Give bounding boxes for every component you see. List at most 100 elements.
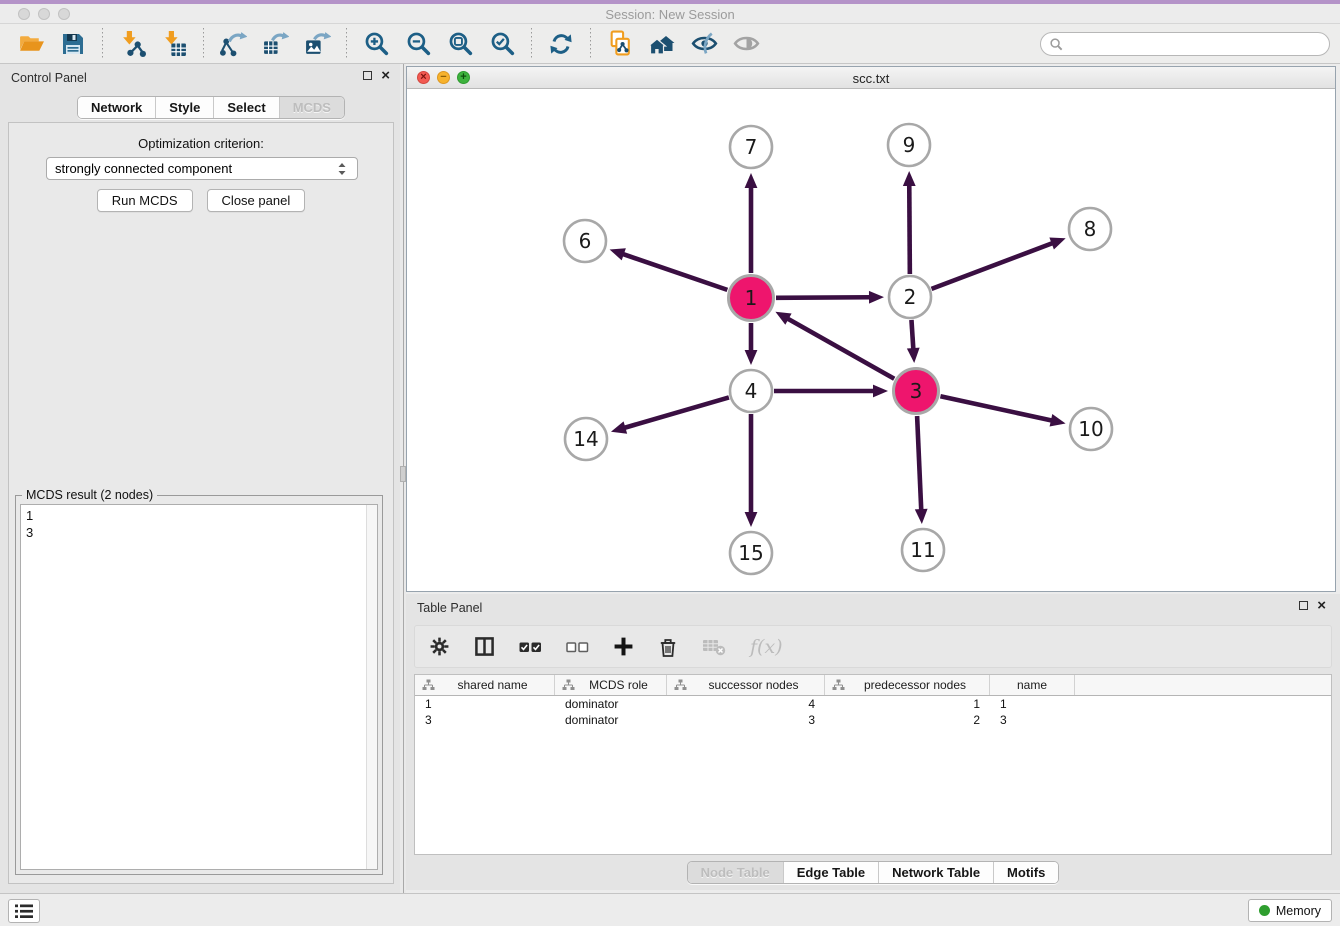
clone-network-icon[interactable] [605, 29, 635, 59]
graph-edge-3-10[interactable] [940, 396, 1052, 420]
float-table-panel-icon[interactable] [1299, 601, 1308, 610]
close-panel-icon[interactable]: × [381, 71, 390, 80]
export-network-icon[interactable] [218, 29, 248, 59]
table-cell[interactable]: 3 [990, 713, 1075, 727]
tab-network[interactable]: Network [78, 97, 155, 118]
tab-mcds[interactable]: MCDS [279, 97, 344, 118]
network-title: scc.txt [407, 71, 1335, 86]
table-toolbar: f(x) [414, 625, 1332, 668]
graph-edge-3-11[interactable] [917, 416, 921, 511]
import-table-icon[interactable] [159, 29, 189, 59]
tab-select[interactable]: Select [213, 97, 278, 118]
network-titlebar[interactable]: × − + scc.txt [407, 67, 1335, 89]
mcds-panel: Optimization criterion: strongly connect… [8, 122, 394, 884]
edge-arrowhead [1049, 238, 1065, 250]
deselect-all-icon[interactable] [566, 640, 589, 654]
window-title: Session: New Session [0, 7, 1340, 22]
toolbar-separator [346, 28, 347, 60]
column-header-mcds-role[interactable]: MCDS role [555, 675, 667, 695]
add-column-icon[interactable] [613, 636, 634, 657]
graph-node-label: 14 [573, 427, 598, 451]
export-image-icon[interactable] [302, 29, 332, 59]
table-cell[interactable]: dominator [555, 697, 667, 711]
network-graph[interactable]: 7968124314101511 [407, 89, 1335, 591]
zoom-in-icon[interactable] [361, 29, 391, 59]
close-table-panel-icon[interactable]: × [1317, 601, 1326, 610]
zoom-out-icon[interactable] [403, 29, 433, 59]
graph-edge-2-9[interactable] [909, 184, 910, 274]
search-input[interactable] [1068, 35, 1329, 53]
task-history-button[interactable] [8, 899, 40, 923]
criterion-value: strongly connected component [55, 161, 335, 176]
control-panel: Control Panel × NetworkStyleSelectMCDS O… [0, 64, 400, 893]
style-eye-icon[interactable] [689, 29, 719, 59]
save-icon[interactable] [58, 29, 88, 59]
graph-node-label: 2 [904, 285, 917, 309]
graph-node-label: 7 [745, 135, 758, 159]
select-all-icon[interactable] [519, 640, 542, 654]
close-panel-button[interactable]: Close panel [207, 189, 306, 212]
mcds-result-group: MCDS result (2 nodes) 1 3 [15, 495, 383, 875]
houses-icon[interactable] [647, 29, 677, 59]
table-cell[interactable]: 1 [825, 697, 990, 711]
graph-edge-3-1[interactable] [787, 318, 895, 379]
column-header-name[interactable]: name [990, 675, 1075, 695]
table-cell[interactable]: 1 [415, 697, 555, 711]
graph-node-label: 1 [745, 286, 758, 310]
eye-disabled-icon [731, 29, 761, 59]
graph-node-label: 8 [1084, 217, 1097, 241]
table-cell[interactable]: 3 [415, 713, 555, 727]
table-tabs: Node TableEdge TableNetwork TableMotifs [687, 861, 1060, 884]
column-header-successor-nodes[interactable]: successor nodes [667, 675, 825, 695]
graph-edge-1-2[interactable] [776, 297, 871, 298]
edge-arrowhead [869, 291, 884, 304]
graph-edge-2-3[interactable] [911, 320, 913, 350]
graph-edge-1-6[interactable] [622, 254, 727, 290]
delete-column-icon[interactable] [658, 636, 678, 658]
edge-arrowhead [745, 350, 758, 365]
float-panel-icon[interactable] [363, 71, 372, 80]
mcds-result-area[interactable]: 1 3 [20, 504, 378, 870]
tab-style[interactable]: Style [155, 97, 213, 118]
edge-arrowhead [903, 171, 916, 186]
graph-node-label: 10 [1078, 417, 1103, 441]
table-cell[interactable]: dominator [555, 713, 667, 727]
tab-network-table[interactable]: Network Table [878, 862, 993, 883]
table-row[interactable]: 1dominator411 [415, 696, 1331, 712]
run-mcds-button[interactable]: Run MCDS [97, 189, 193, 212]
zoom-selected-icon[interactable] [487, 29, 517, 59]
columns-icon[interactable] [474, 636, 495, 657]
zoom-fit-icon[interactable] [445, 29, 475, 59]
graph-canvas[interactable]: 7968124314101511 [407, 89, 1335, 591]
delete-table-icon [702, 637, 726, 656]
network-view-window: × − + scc.txt 7968124314101511 [406, 66, 1336, 592]
table-cell[interactable]: 1 [990, 697, 1075, 711]
graph-edge-4-14[interactable] [623, 397, 728, 428]
optimization-criterion-label: Optimization criterion: [9, 136, 393, 151]
edge-arrowhead [745, 512, 758, 527]
tab-motifs[interactable]: Motifs [993, 862, 1058, 883]
table-cell[interactable]: 2 [825, 713, 990, 727]
tab-edge-table[interactable]: Edge Table [783, 862, 878, 883]
search-field[interactable] [1040, 32, 1330, 56]
column-header-shared-name[interactable]: shared name [415, 675, 555, 695]
column-header-predecessor-nodes[interactable]: predecessor nodes [825, 675, 990, 695]
open-folder-icon[interactable] [16, 29, 46, 59]
result-scrollbar[interactable] [366, 505, 377, 869]
gear-icon[interactable] [429, 636, 450, 657]
refresh-icon[interactable] [546, 29, 576, 59]
table-cell[interactable]: 3 [667, 713, 825, 727]
node-table[interactable]: shared nameMCDS rolesuccessor nodesprede… [414, 674, 1332, 855]
table-row[interactable]: 3dominator323 [415, 712, 1331, 728]
mcds-result-text: 1 3 [26, 507, 33, 541]
import-network-icon[interactable] [117, 29, 147, 59]
graph-node-label: 11 [910, 538, 935, 562]
edge-arrowhead [611, 421, 627, 433]
memory-button[interactable]: Memory [1248, 899, 1332, 922]
tab-node-table[interactable]: Node Table [688, 862, 783, 883]
table-cell[interactable]: 4 [667, 697, 825, 711]
export-table-icon[interactable] [260, 29, 290, 59]
graph-edge-2-8[interactable] [932, 243, 1054, 289]
criterion-select[interactable]: strongly connected component [46, 157, 358, 180]
search-icon [1049, 37, 1064, 52]
